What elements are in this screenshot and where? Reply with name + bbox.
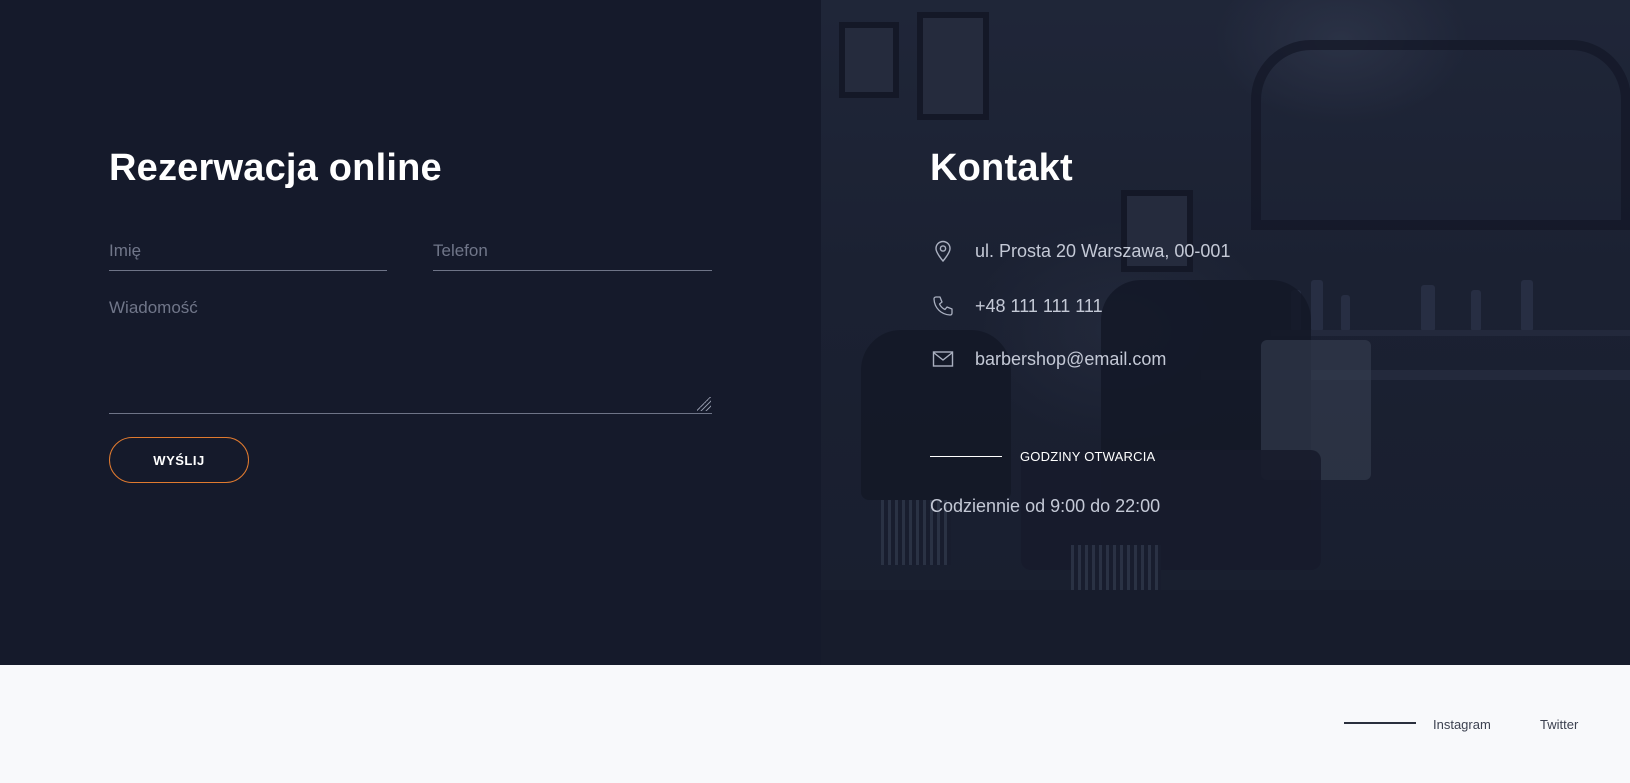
booking-title: Rezerwacja online (109, 147, 442, 189)
resize-handle-icon[interactable] (697, 397, 711, 411)
booking-panel: Rezerwacja online WYŚLIJ (0, 0, 821, 665)
hours-divider (930, 456, 1002, 457)
name-field (109, 241, 387, 271)
contact-title: Kontakt (930, 147, 1073, 189)
instagram-link[interactable]: Instagram (1433, 717, 1491, 732)
contact-address: ul. Prosta 20 Warszawa, 00-001 (931, 239, 1230, 263)
phone-input[interactable] (433, 241, 712, 261)
hours-text: Codziennie od 9:00 do 22:00 (930, 496, 1161, 516)
contact-email: barbershop@email.com (931, 347, 1166, 371)
phone-field (433, 241, 712, 271)
contact-section: Rezerwacja online WYŚLIJ (0, 0, 1630, 665)
phone-icon (931, 294, 955, 318)
submit-button[interactable]: WYŚLIJ (109, 437, 249, 483)
message-field (109, 298, 712, 414)
email-text[interactable]: barbershop@email.com (975, 349, 1166, 370)
address-text: ul. Prosta 20 Warszawa, 00-001 (975, 240, 1231, 261)
contact-phone: +48 111 111 111 (931, 294, 1103, 318)
location-pin-icon (931, 239, 955, 263)
message-textarea[interactable] (109, 298, 712, 413)
name-input[interactable] (109, 241, 387, 261)
phone-text[interactable]: +48 111 111 111 (975, 296, 1103, 317)
hours-label: GODZINY OTWARCIA (1020, 449, 1156, 464)
envelope-icon (931, 347, 955, 371)
footer-divider (1344, 722, 1416, 724)
twitter-link[interactable]: Twitter (1540, 717, 1578, 732)
dark-overlay (821, 0, 1630, 665)
contact-panel (821, 0, 1630, 665)
